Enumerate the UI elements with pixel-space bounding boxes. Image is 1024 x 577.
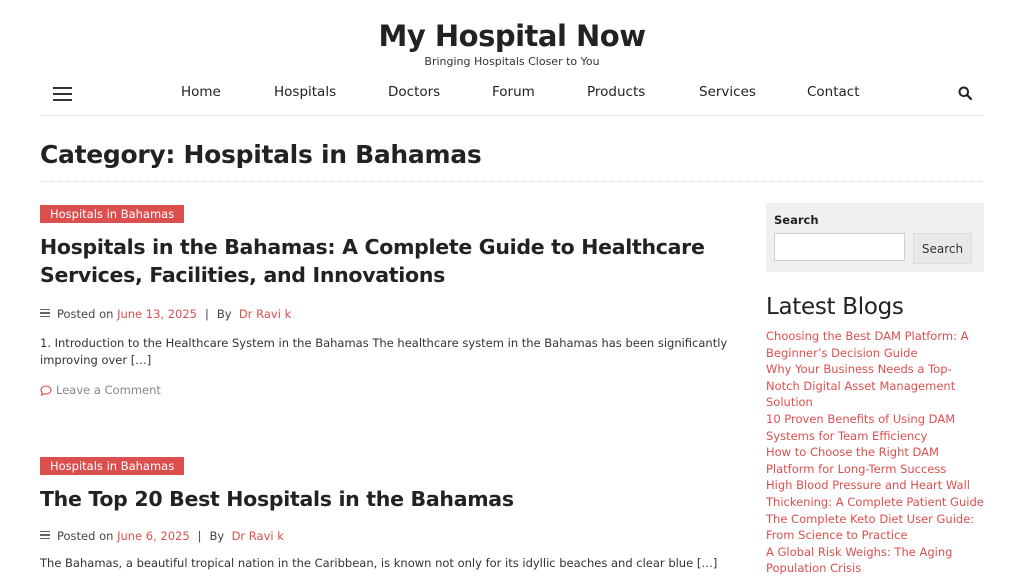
post-meta: Posted on June 6, 2025 | By Dr Ravi k xyxy=(40,529,730,543)
leave-comment-label: Leave a Comment xyxy=(56,383,161,397)
by-label: By xyxy=(209,529,225,543)
nav-item-forum[interactable]: Forum xyxy=(492,84,535,100)
author-link[interactable]: Dr Ravi k xyxy=(239,307,291,321)
nav-item-doctors[interactable]: Doctors xyxy=(388,84,440,100)
nav-item-home[interactable]: Home xyxy=(181,84,221,100)
post-date-link[interactable]: June 13, 2025 xyxy=(117,307,197,321)
meta-separator: | xyxy=(205,307,209,321)
meta-lines-icon xyxy=(40,530,50,542)
nav-item-hospitals[interactable]: Hospitals xyxy=(274,84,336,100)
nav-item-contact[interactable]: Contact xyxy=(807,84,860,100)
main-nav: Home Hospitals Doctors Forum Products Se… xyxy=(40,75,984,116)
post-item: Hospitals in Bahamas The Top 20 Best Hos… xyxy=(40,455,730,572)
post-date-link[interactable]: June 6, 2025 xyxy=(117,529,190,543)
by-label: By xyxy=(216,307,232,321)
category-badge[interactable]: Hospitals in Bahamas xyxy=(40,205,185,223)
site-tagline: Bringing Hospitals Closer to You xyxy=(424,55,600,68)
post-item: Hospitals in Bahamas Hospitals in the Ba… xyxy=(40,203,740,397)
search-input[interactable] xyxy=(774,233,905,261)
comment-icon xyxy=(40,384,52,396)
blog-link[interactable]: Choosing the Best DAM Platform: A Beginn… xyxy=(766,328,984,361)
search-icon[interactable] xyxy=(958,86,972,100)
blog-link[interactable]: Why Your Business Needs a Top-Notch Digi… xyxy=(766,361,984,411)
category-badge[interactable]: Hospitals in Bahamas xyxy=(40,457,185,475)
search-widget: Search Search xyxy=(766,203,984,272)
post-title[interactable]: The Top 20 Best Hospitals in the Bahamas xyxy=(40,485,730,513)
search-widget-label: Search xyxy=(774,213,819,227)
page-title: Category: Hospitals in Bahamas xyxy=(40,140,984,182)
blog-link[interactable]: The Complete Keto Diet User Guide: From … xyxy=(766,511,984,544)
blog-link[interactable]: How to Choose the Right DAM Platform for… xyxy=(766,444,984,477)
post-meta: Posted on June 13, 2025 | By Dr Ravi k xyxy=(40,307,740,321)
meta-separator: | xyxy=(197,529,202,543)
sidebar: Search Search Latest Blogs Choosing the … xyxy=(766,203,984,577)
leave-comment-link[interactable]: Leave a Comment xyxy=(40,383,740,397)
site-header: My Hospital Now Bringing Hospitals Close… xyxy=(0,0,1024,68)
meta-lines-icon xyxy=(40,308,50,320)
site-title[interactable]: My Hospital Now xyxy=(0,18,1024,54)
post-excerpt: The Bahamas, a beautiful tropical nation… xyxy=(40,556,718,570)
blog-link[interactable]: A Global Risk Weighs: The Aging Populati… xyxy=(766,544,984,577)
post-excerpt: 1. Introduction to the Healthcare System… xyxy=(40,336,728,367)
latest-blogs-title: Latest Blogs xyxy=(766,294,904,320)
posted-on-label: Posted on xyxy=(57,307,114,321)
nav-item-services[interactable]: Services xyxy=(699,84,756,100)
blog-link[interactable]: 10 Proven Benefits of Using DAM Systems … xyxy=(766,411,984,444)
nav-item-products[interactable]: Products xyxy=(587,84,645,100)
blog-link[interactable]: High Blood Pressure and Heart Wall Thick… xyxy=(766,477,984,510)
post-title[interactable]: Hospitals in the Bahamas: A Complete Gui… xyxy=(40,233,740,289)
post-list: Hospitals in Bahamas Hospitals in the Ba… xyxy=(40,203,740,570)
search-button[interactable]: Search xyxy=(913,233,972,264)
posted-on-label: Posted on xyxy=(57,529,114,543)
latest-blogs-list: Choosing the Best DAM Platform: A Beginn… xyxy=(766,328,984,577)
search-row: Search xyxy=(774,233,976,264)
nav-items: Home Hospitals Doctors Forum Products Se… xyxy=(40,84,984,106)
author-link[interactable]: Dr Ravi k xyxy=(232,529,284,543)
